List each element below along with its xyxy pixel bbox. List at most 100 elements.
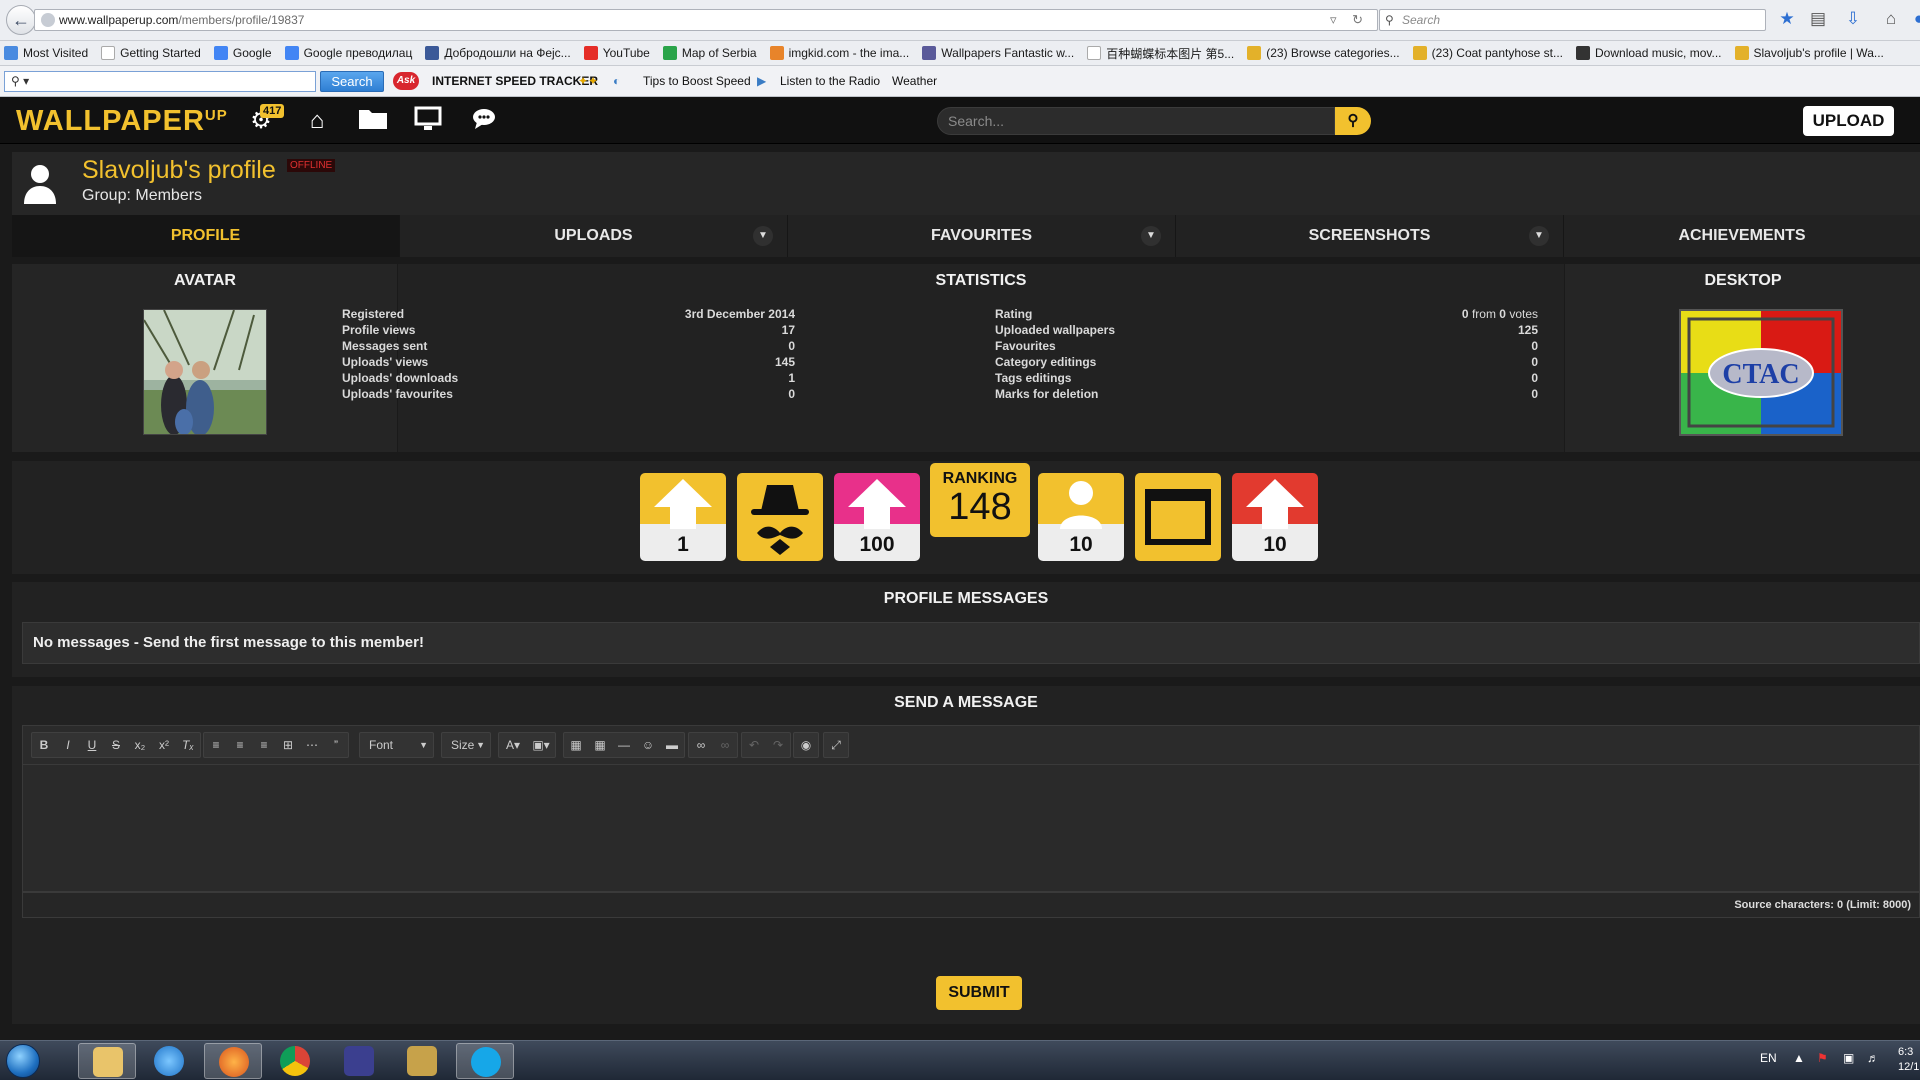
bookmark-item[interactable]: 百种蝴蝶标本图片 第5...	[1087, 45, 1234, 62]
folder-icon[interactable]	[357, 106, 389, 136]
achievement-badge[interactable]	[1135, 473, 1221, 561]
bookmark-item[interactable]: Map of Serbia	[662, 46, 757, 60]
smiley-icon[interactable]: ☺	[636, 733, 660, 757]
link-icon[interactable]: ∞	[689, 733, 713, 757]
underline-icon[interactable]: U	[80, 733, 104, 757]
background-color-icon[interactable]: ▣▾	[527, 733, 555, 757]
italic-icon[interactable]: I	[56, 733, 80, 757]
start-button[interactable]	[6, 1044, 40, 1078]
chevron-down-icon[interactable]: ▼	[753, 226, 773, 246]
tab-profile[interactable]: PROFILE	[12, 215, 400, 257]
bookmark-item[interactable]: Google преводилац	[284, 46, 412, 60]
home-icon[interactable]: ⌂	[301, 106, 333, 136]
ask-search-input[interactable]: ⚲ ▾	[4, 71, 316, 92]
taskbar-app[interactable]	[393, 1043, 451, 1079]
back-button[interactable]: ←	[6, 5, 36, 35]
site-search-input[interactable]: Search...	[937, 107, 1335, 135]
profile-title: Slavoljub's profile	[82, 156, 276, 184]
browser-search-input[interactable]: ⚲ Search	[1379, 9, 1766, 31]
site-search-button[interactable]: ⚲	[1335, 107, 1371, 135]
bullet-list-icon[interactable]: ⋯	[300, 733, 324, 757]
tab-uploads[interactable]: UPLOADS ▼	[400, 215, 788, 257]
message-editor[interactable]	[22, 765, 1920, 892]
tray-arrow-icon[interactable]: ▲	[1793, 1051, 1805, 1065]
home-icon[interactable]: ⌂	[1880, 9, 1902, 31]
upload-button[interactable]: UPLOAD	[1803, 106, 1894, 136]
align-center-icon[interactable]: ≡	[228, 733, 252, 757]
monitor-icon[interactable]	[412, 106, 444, 136]
bold-icon[interactable]: B	[32, 733, 56, 757]
desktop-screenshot[interactable]: CTAC	[1679, 309, 1843, 436]
star-bookmark-icon[interactable]: ★	[1776, 9, 1798, 31]
bookmark-item[interactable]: (23) Coat pantyhose st...	[1412, 46, 1563, 60]
language-indicator[interactable]: EN	[1760, 1051, 1777, 1065]
ask-logo[interactable]: Ask	[393, 72, 419, 90]
chat-icon[interactable]	[469, 106, 501, 136]
chevron-down-icon[interactable]: ▼	[1529, 226, 1549, 246]
taskbar-chrome[interactable]	[266, 1043, 324, 1079]
redo-icon[interactable]: ↷	[766, 733, 790, 757]
clock[interactable]: 6:3 12/1	[1898, 1045, 1919, 1075]
achievement-badge[interactable]: 1	[640, 473, 726, 561]
bookmark-item[interactable]: Wallpapers Fantastic w...	[922, 46, 1074, 60]
bookmark-item[interactable]: Getting Started	[101, 46, 201, 60]
achievement-badge[interactable]: 10	[1038, 473, 1124, 561]
ask-search-button[interactable]: Search	[320, 71, 384, 92]
horizontal-line-icon[interactable]: —	[612, 733, 636, 757]
lock-icon[interactable]: ◉	[794, 733, 818, 757]
achievement-badge[interactable]: 100	[834, 473, 920, 561]
align-left-icon[interactable]: ≡	[204, 733, 228, 757]
bookmark-item[interactable]: YouTube	[583, 46, 650, 60]
taskbar-save-app[interactable]	[330, 1043, 388, 1079]
bookmarks-menu-icon[interactable]: ▤	[1807, 9, 1829, 31]
imgkid-icon	[769, 46, 784, 60]
unlink-icon[interactable]: ∞	[713, 733, 737, 757]
tab-screenshots[interactable]: SCREENSHOTS ▼	[1176, 215, 1564, 257]
reload-icon[interactable]: ▿ ↻	[1330, 12, 1369, 28]
bookmark-item[interactable]: Download music, mov...	[1576, 46, 1722, 60]
blockquote-icon[interactable]: ”	[324, 733, 348, 757]
downloads-icon[interactable]: ⇩	[1842, 9, 1864, 31]
size-dropdown[interactable]: Size ▼	[441, 732, 491, 758]
superscript-icon[interactable]: x²	[152, 733, 176, 757]
numbered-list-icon[interactable]: ⊞	[276, 733, 300, 757]
sync-icon[interactable]: ●	[1908, 9, 1920, 31]
bookmark-item[interactable]: (23) Browse categories...	[1247, 46, 1400, 60]
chevron-down-icon[interactable]: ▼	[1141, 226, 1161, 246]
bookmark-item[interactable]: Most Visited	[4, 46, 88, 60]
weather-link[interactable]: Weather	[892, 74, 937, 88]
strikethrough-icon[interactable]: S	[104, 733, 128, 757]
achievement-badge[interactable]: 10	[1232, 473, 1318, 561]
tab-achievements[interactable]: ACHIEVEMENTS	[1564, 215, 1920, 257]
submit-button[interactable]: SUBMIT	[936, 976, 1022, 1010]
bookmark-item[interactable]: Добродошли на Фејс...	[425, 46, 571, 60]
site-logo[interactable]: WALLPAPERUP	[16, 105, 228, 138]
avatar-photo[interactable]	[143, 309, 267, 435]
align-right-icon[interactable]: ≡	[252, 733, 276, 757]
table-icon[interactable]: ▦	[588, 733, 612, 757]
tab-favourites[interactable]: FAVOURITES ▼	[788, 215, 1176, 257]
subscript-icon[interactable]: x₂	[128, 733, 152, 757]
radio-link[interactable]: Listen to the Radio	[780, 74, 880, 88]
maximize-icon[interactable]: ⤢	[824, 733, 848, 757]
achievement-badge[interactable]	[737, 473, 823, 561]
undo-icon[interactable]: ↶	[742, 733, 766, 757]
taskbar-explorer[interactable]	[78, 1043, 136, 1079]
speed-tracker-link[interactable]: INTERNET SPEED TRACKER	[432, 74, 598, 88]
network-icon[interactable]: ▣	[1843, 1051, 1854, 1065]
image-icon[interactable]: ▦	[564, 733, 588, 757]
text-color-icon[interactable]: A▾	[499, 733, 527, 757]
clear-format-icon[interactable]: Tₓ	[176, 733, 200, 757]
url-bar[interactable]: www.wallpaperup.com/members/profile/1983…	[34, 9, 1378, 31]
media-icon[interactable]: ▬	[660, 733, 684, 757]
volume-icon[interactable]: ♬	[1867, 1051, 1879, 1065]
bookmark-item[interactable]: imgkid.com - the ima...	[769, 46, 909, 60]
bookmark-item[interactable]: Slavoljub's profile | Wa...	[1734, 46, 1884, 60]
taskbar-skype[interactable]	[456, 1043, 514, 1079]
flag-icon[interactable]: ⚑	[1817, 1051, 1828, 1065]
bookmark-item[interactable]: Google	[213, 46, 272, 60]
font-dropdown[interactable]: Font ▼	[359, 732, 434, 758]
taskbar-firefox[interactable]	[204, 1043, 262, 1079]
taskbar-ie[interactable]	[140, 1043, 198, 1079]
tips-link[interactable]: Tips to Boost Speed	[643, 74, 751, 88]
